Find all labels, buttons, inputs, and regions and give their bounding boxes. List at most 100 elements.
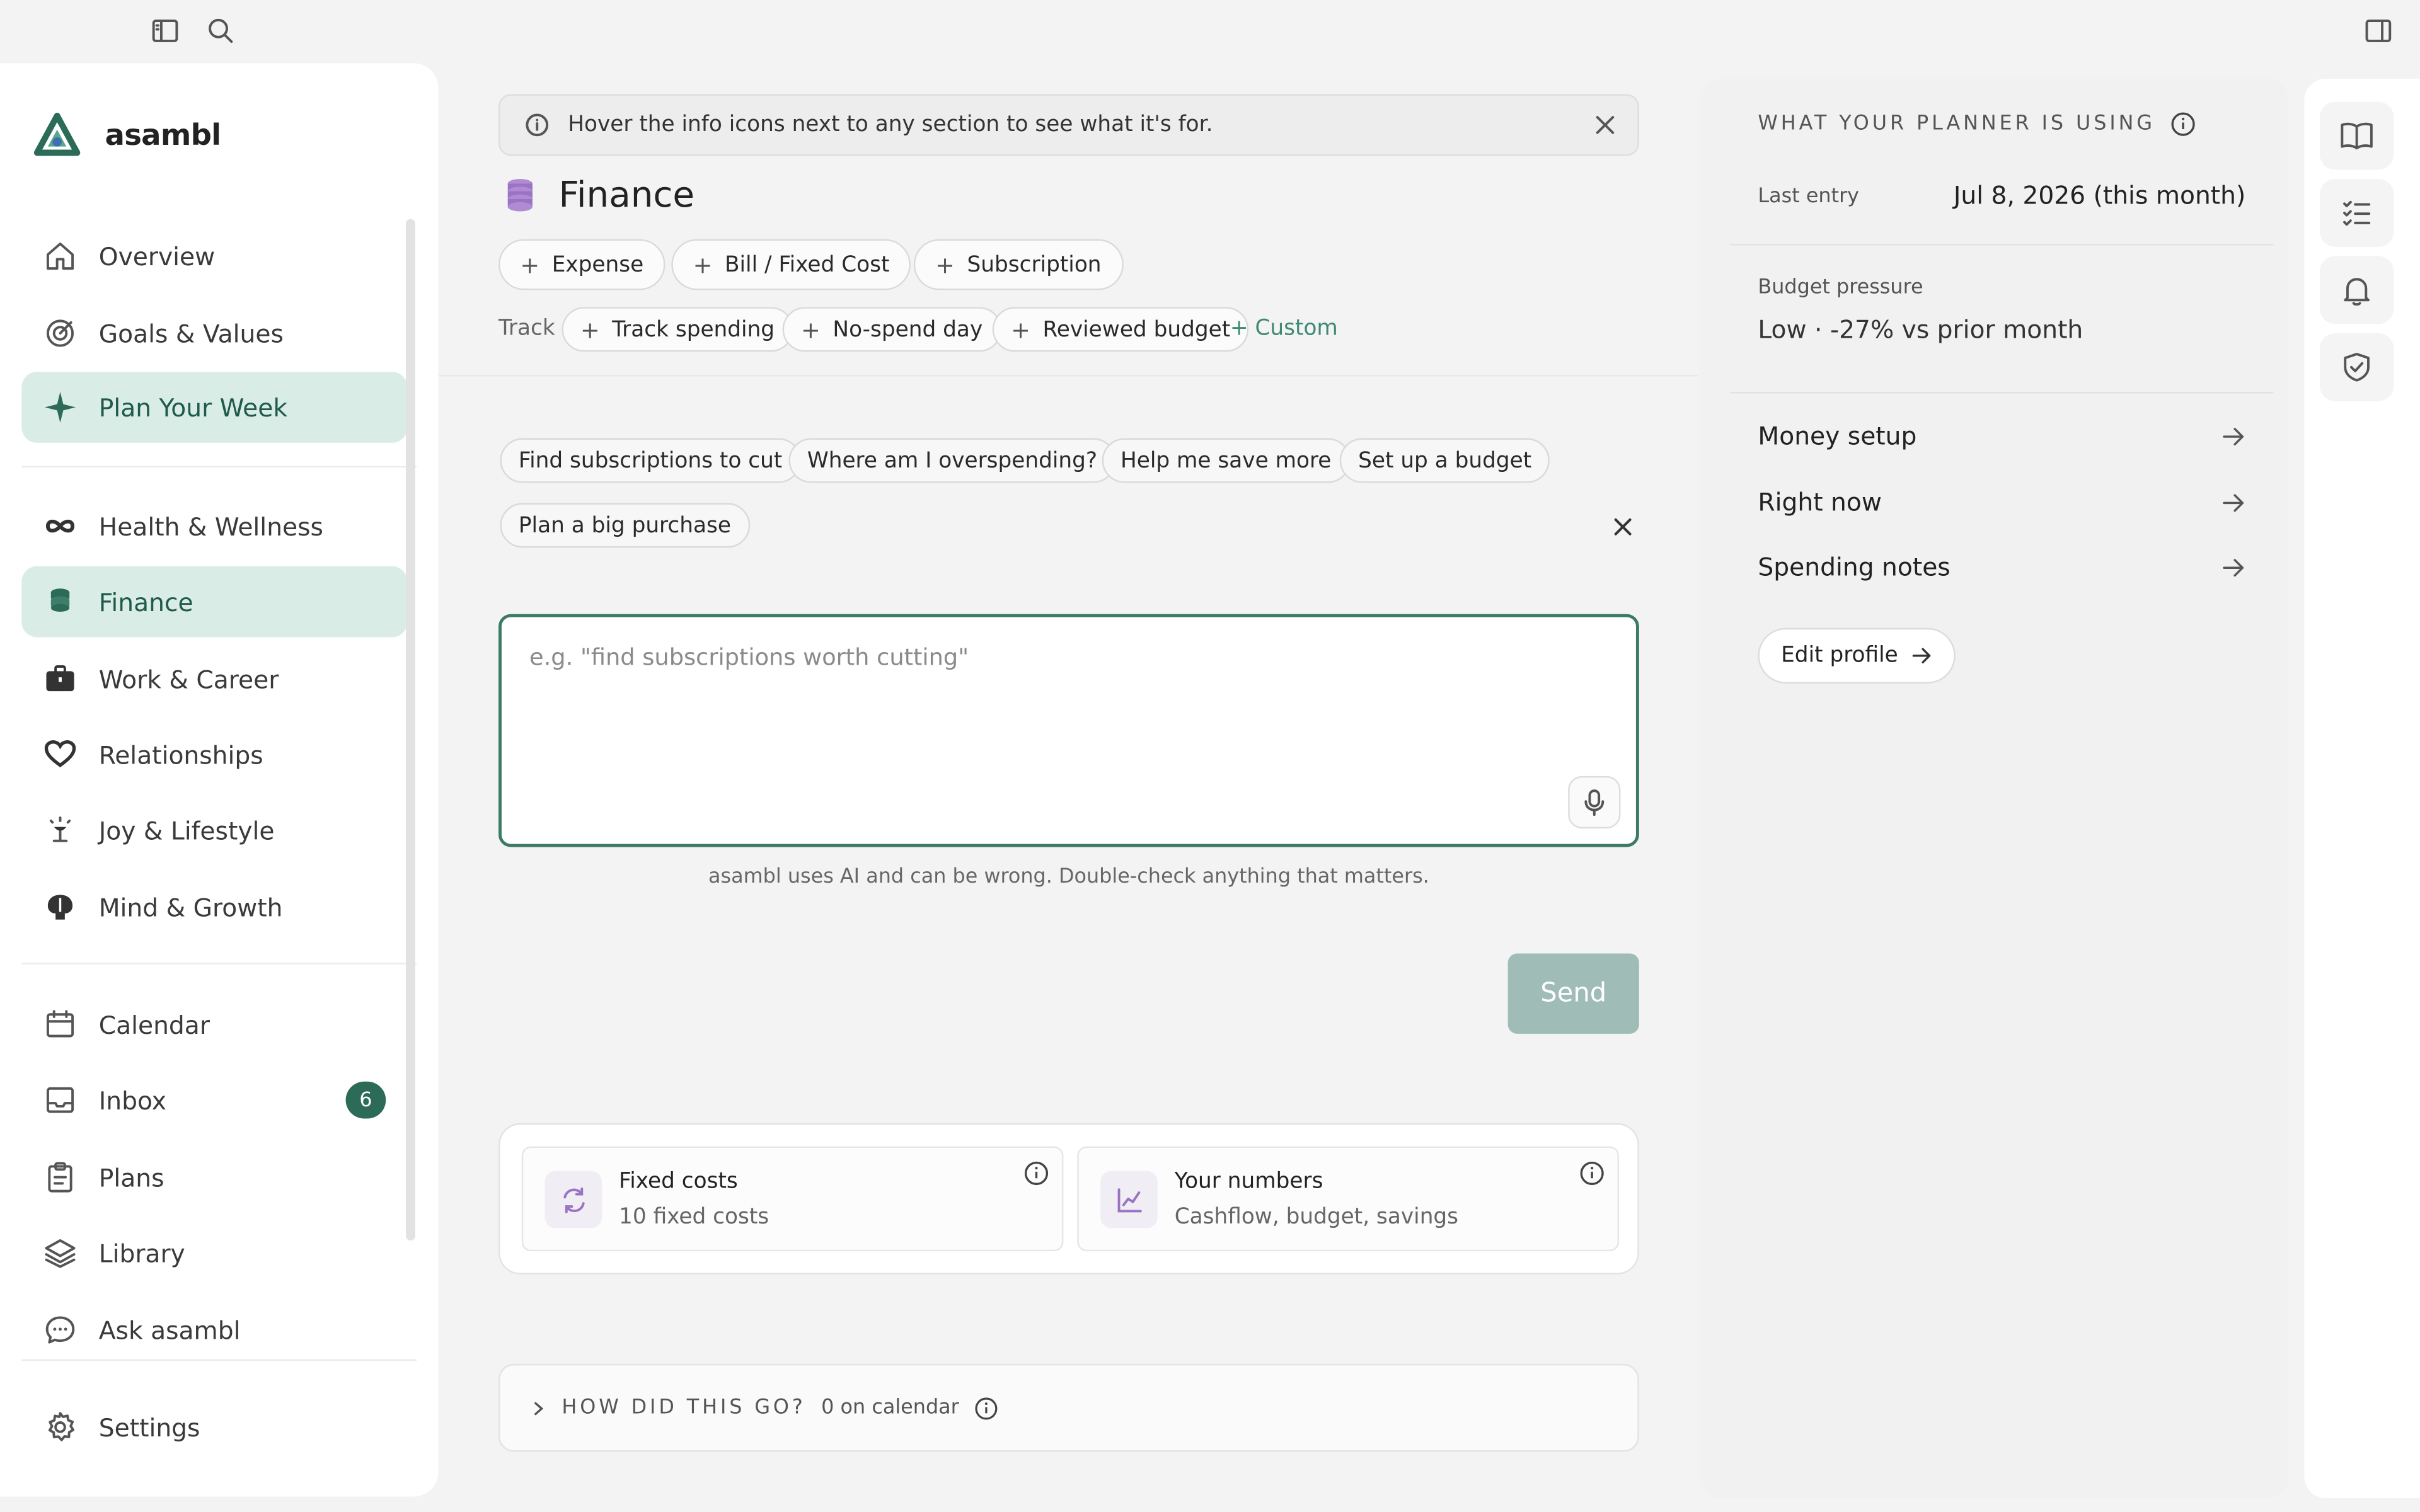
- arrow-right-icon: [2223, 558, 2244, 576]
- no-spend-day-button[interactable]: + No-spend day: [782, 307, 1001, 352]
- suggestion-chip[interactable]: Help me save more: [1102, 438, 1350, 483]
- reviewed-budget-button[interactable]: + Reviewed budget: [992, 307, 1249, 352]
- panel-divider: [1730, 392, 2274, 394]
- info-icon[interactable]: [974, 1395, 999, 1420]
- home-icon: [46, 242, 74, 270]
- card-subtitle: Cashflow, budget, savings: [1174, 1205, 1459, 1230]
- custom-track-link[interactable]: + Custom: [1230, 316, 1338, 341]
- sidebar-scrollbar[interactable]: [406, 219, 415, 1240]
- chevron-right-icon: [534, 1401, 544, 1414]
- inbox-icon: [46, 1087, 74, 1113]
- sidebar-item-health-wellness[interactable]: Health & Wellness: [21, 491, 407, 562]
- search-icon[interactable]: [205, 15, 236, 46]
- fixed-costs-card[interactable]: Fixed costs 10 fixed costs: [521, 1146, 1064, 1252]
- track-spending-button[interactable]: + Track spending: [562, 307, 793, 352]
- page-header: Finance: [503, 176, 694, 216]
- right-rail: [2304, 78, 2420, 1498]
- prompt-input-container: [498, 614, 1639, 847]
- close-banner-icon[interactable]: [1594, 114, 1616, 135]
- edit-profile-button[interactable]: Edit profile: [1758, 627, 1956, 684]
- sidebar-item-relationships[interactable]: Relationships: [21, 719, 407, 790]
- sidebar-divider: [21, 963, 417, 965]
- chat-icon: [45, 1316, 75, 1344]
- sidebar-item-plan-your-week[interactable]: Plan Your Week: [21, 372, 408, 443]
- add-expense-button[interactable]: + Expense: [498, 239, 666, 290]
- sidebar: asambl Overview Goals & Values Plan Your…: [0, 63, 439, 1497]
- sidebar-item-joy-lifestyle[interactable]: Joy & Lifestyle: [21, 794, 407, 866]
- sidebar-item-settings[interactable]: Settings: [21, 1392, 407, 1463]
- sidebar-item-mind-growth[interactable]: Mind & Growth: [21, 872, 407, 943]
- last-entry-label: Last entry: [1758, 185, 1860, 209]
- track-label: Track: [498, 316, 555, 341]
- budget-pressure-value: Low · -27% vs prior month: [1758, 314, 2083, 345]
- top-bar: [0, 0, 2420, 62]
- spending-notes-link[interactable]: Spending notes: [1758, 553, 2245, 581]
- target-icon: [46, 319, 74, 347]
- card-title: Your numbers: [1174, 1169, 1323, 1194]
- sidebar-item-goals-values[interactable]: Goals & Values: [21, 298, 407, 369]
- calendar-icon: [46, 1010, 74, 1038]
- ai-disclaimer: asambl uses AI and can be wrong. Double-…: [708, 865, 1429, 889]
- card-subtitle: 10 fixed costs: [619, 1205, 769, 1230]
- page-title: Finance: [558, 176, 695, 216]
- budget-pressure-label: Budget pressure: [1758, 276, 1923, 300]
- suggestion-chip[interactable]: Where am I overspending?: [788, 438, 1116, 483]
- sidebar-divider: [21, 466, 417, 468]
- info-banner: Hover the info icons next to any section…: [498, 94, 1639, 156]
- bell-icon[interactable]: [2319, 256, 2394, 324]
- plus-icon: +: [1011, 315, 1030, 343]
- plus-icon: +: [520, 250, 540, 279]
- suggestion-chip[interactable]: Set up a budget: [1339, 438, 1550, 483]
- send-button[interactable]: Send: [1507, 953, 1639, 1034]
- add-bill-button[interactable]: + Bill / Fixed Cost: [671, 239, 911, 290]
- planner-context-panel: WHAT YOUR PLANNER IS USING Last entry Ju…: [1699, 78, 2289, 1498]
- section-divider: [438, 375, 1698, 377]
- info-icon[interactable]: [1023, 1160, 1050, 1187]
- asambl-logo: [33, 112, 81, 159]
- checklist-icon[interactable]: [2319, 179, 2394, 247]
- suggestion-chip[interactable]: Find subscriptions to cut: [500, 438, 801, 483]
- heart-icon: [44, 740, 76, 768]
- sidebar-item-overview[interactable]: Overview: [21, 220, 407, 292]
- coins-icon: [50, 588, 70, 612]
- sidebar-toggle-icon[interactable]: [150, 15, 181, 46]
- layers-icon: [45, 1239, 76, 1268]
- sidebar-item-plans[interactable]: Plans: [21, 1142, 407, 1213]
- prompt-input[interactable]: [501, 617, 1636, 844]
- gear-icon: [48, 1412, 75, 1441]
- plus-icon: +: [935, 250, 955, 279]
- book-icon[interactable]: [2319, 101, 2394, 170]
- plus-icon: +: [801, 315, 821, 343]
- your-numbers-card[interactable]: Your numbers Cashflow, budget, savings: [1077, 1146, 1620, 1252]
- last-entry-value: Jul 8, 2026 (this month): [1953, 180, 2246, 210]
- info-icon[interactable]: [2170, 111, 2197, 137]
- close-suggestions-icon[interactable]: [1613, 517, 1633, 537]
- sidebar-item-inbox[interactable]: Inbox 6: [21, 1065, 407, 1136]
- sparkle-icon: [45, 392, 76, 423]
- sidebar-item-calendar[interactable]: Calendar: [21, 989, 407, 1060]
- line-chart-icon: [1100, 1171, 1158, 1228]
- briefcase-icon: [46, 665, 74, 692]
- coins-icon: [507, 179, 533, 212]
- brand[interactable]: asambl: [33, 112, 221, 159]
- money-setup-link[interactable]: Money setup: [1758, 421, 2245, 450]
- microphone-button[interactable]: [1568, 776, 1621, 829]
- sidebar-item-work-career[interactable]: Work & Career: [21, 643, 407, 714]
- suggestion-chip[interactable]: Plan a big purchase: [500, 503, 750, 548]
- add-subscription-button[interactable]: + Subscription: [913, 239, 1123, 290]
- right-now-link[interactable]: Right now: [1758, 488, 2245, 517]
- panel-heading: WHAT YOUR PLANNER IS USING: [1758, 111, 2197, 137]
- sidebar-item-library[interactable]: Library: [21, 1217, 407, 1288]
- right-panel-toggle-icon[interactable]: [2363, 15, 2394, 46]
- shield-check-icon[interactable]: [2319, 333, 2394, 401]
- feedback-section[interactable]: HOW DID THIS GO? 0 on calendar: [498, 1363, 1639, 1452]
- info-icon: [526, 113, 549, 137]
- info-icon[interactable]: [1579, 1160, 1605, 1187]
- feedback-subtitle: 0 on calendar: [821, 1396, 959, 1420]
- finance-cards: Fixed costs 10 fixed costs Your numbers …: [498, 1123, 1639, 1274]
- sidebar-item-ask-asambl[interactable]: Ask asambl: [21, 1295, 407, 1366]
- brain-icon: [47, 895, 73, 920]
- panel-divider: [1730, 243, 2274, 246]
- sidebar-item-finance[interactable]: Finance: [21, 566, 408, 638]
- arrow-right-icon: [2223, 493, 2244, 512]
